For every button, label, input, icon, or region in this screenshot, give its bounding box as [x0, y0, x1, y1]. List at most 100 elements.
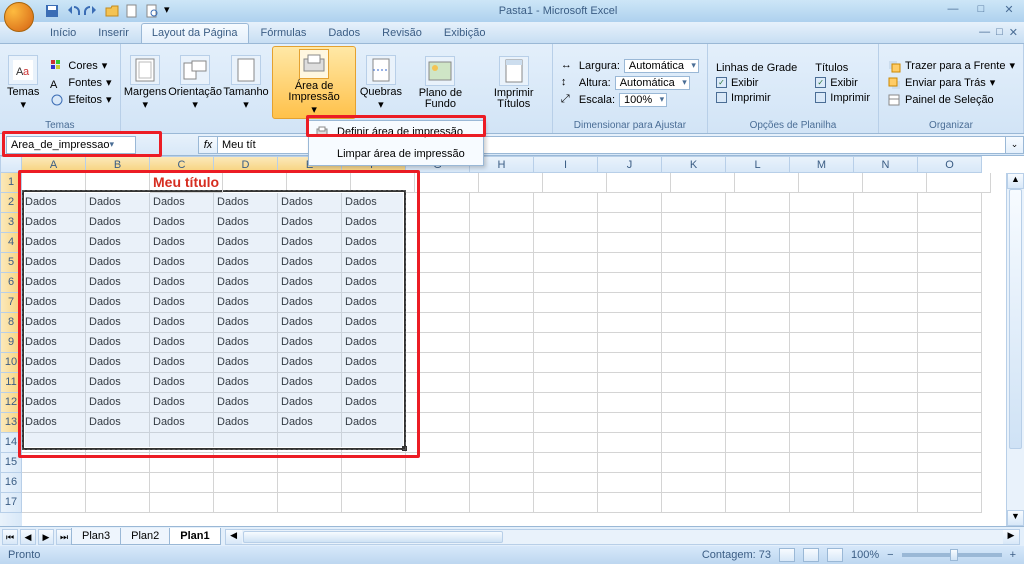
cell[interactable]	[406, 253, 470, 273]
cell[interactable]	[854, 353, 918, 373]
cell[interactable]	[854, 393, 918, 413]
new-icon[interactable]	[124, 3, 140, 19]
cell[interactable]	[598, 473, 662, 493]
cell[interactable]	[598, 193, 662, 213]
cell[interactable]	[406, 353, 470, 373]
ribbon-tab-in-cio[interactable]: Início	[40, 24, 86, 43]
cell[interactable]	[406, 273, 470, 293]
scroll-up-button[interactable]: ▲	[1007, 173, 1024, 189]
cell[interactable]	[470, 193, 534, 213]
cell[interactable]	[406, 453, 470, 473]
cell[interactable]	[470, 453, 534, 473]
theme-effects-button[interactable]: Efeitos ▾	[46, 92, 115, 108]
zoom-in-button[interactable]: +	[1010, 549, 1016, 561]
cell[interactable]	[918, 313, 982, 333]
col-header-L[interactable]: L	[726, 156, 790, 173]
cell[interactable]	[534, 333, 598, 353]
cell[interactable]	[598, 453, 662, 473]
cell[interactable]	[406, 433, 470, 453]
cell[interactable]	[662, 473, 726, 493]
cell[interactable]	[790, 493, 854, 513]
margins-button[interactable]: Margens▾	[125, 53, 166, 113]
cell[interactable]	[22, 493, 86, 513]
cell[interactable]	[918, 233, 982, 253]
cell[interactable]	[726, 313, 790, 333]
cell[interactable]	[918, 273, 982, 293]
row-header-8[interactable]: 8	[0, 313, 22, 333]
row-header-15[interactable]: 15	[0, 453, 22, 473]
save-icon[interactable]	[44, 3, 60, 19]
cell[interactable]	[854, 213, 918, 233]
send-back-button[interactable]: Enviar para Trás ▾	[883, 75, 1019, 91]
cell[interactable]	[854, 233, 918, 253]
row-header-16[interactable]: 16	[0, 473, 22, 493]
cell[interactable]	[918, 493, 982, 513]
cell[interactable]	[470, 213, 534, 233]
row-header-4[interactable]: 4	[0, 233, 22, 253]
cell[interactable]	[470, 473, 534, 493]
ribbon-tab-exibi-o[interactable]: Exibição	[434, 24, 496, 43]
cell[interactable]	[342, 453, 406, 473]
workbook-restore-button[interactable]: □	[996, 26, 1003, 39]
cell[interactable]	[662, 433, 726, 453]
cell[interactable]	[543, 173, 607, 193]
cell[interactable]	[918, 353, 982, 373]
cell[interactable]	[790, 253, 854, 273]
cell[interactable]	[726, 353, 790, 373]
cell[interactable]	[854, 373, 918, 393]
cell[interactable]	[854, 413, 918, 433]
cell[interactable]	[918, 293, 982, 313]
size-button[interactable]: Tamanho▾	[224, 53, 267, 113]
ribbon-tab-f-rmulas[interactable]: Fórmulas	[251, 24, 317, 43]
cell[interactable]	[534, 233, 598, 253]
row-header-14[interactable]: 14	[0, 433, 22, 453]
cell[interactable]	[918, 413, 982, 433]
cell[interactable]	[726, 393, 790, 413]
zoom-out-button[interactable]: −	[887, 549, 893, 561]
cell[interactable]	[726, 433, 790, 453]
cell[interactable]	[534, 453, 598, 473]
cell[interactable]	[406, 373, 470, 393]
cell[interactable]	[918, 453, 982, 473]
sheet-tab-plan2[interactable]: Plan2	[120, 528, 170, 545]
cell[interactable]	[790, 453, 854, 473]
cell[interactable]	[662, 393, 726, 413]
col-header-N[interactable]: N	[854, 156, 918, 173]
cell[interactable]	[726, 373, 790, 393]
cell[interactable]	[534, 213, 598, 233]
background-button[interactable]: Plano de Fundo	[405, 54, 475, 112]
cell[interactable]	[790, 433, 854, 453]
cell[interactable]	[342, 493, 406, 513]
cell[interactable]	[854, 493, 918, 513]
cell[interactable]	[918, 333, 982, 353]
row-header-2[interactable]: 2	[0, 193, 22, 213]
cell[interactable]	[150, 453, 214, 473]
sheet-nav-last[interactable]: ⏭	[56, 529, 72, 545]
cell[interactable]	[662, 333, 726, 353]
cell[interactable]	[534, 253, 598, 273]
row-header-11[interactable]: 11	[0, 373, 22, 393]
cell[interactable]	[726, 213, 790, 233]
cell[interactable]	[470, 233, 534, 253]
cell[interactable]	[534, 273, 598, 293]
col-header-M[interactable]: M	[790, 156, 854, 173]
cell[interactable]	[854, 293, 918, 313]
cell[interactable]	[790, 373, 854, 393]
cell[interactable]	[918, 433, 982, 453]
cell[interactable]	[598, 433, 662, 453]
row-header-1[interactable]: 1	[0, 173, 22, 193]
cell[interactable]	[854, 273, 918, 293]
workbook-minimize-button[interactable]: —	[979, 26, 990, 39]
cell[interactable]	[214, 453, 278, 473]
cell[interactable]	[86, 473, 150, 493]
sheet-nav-prev[interactable]: ◀	[20, 529, 36, 545]
row-header-13[interactable]: 13	[0, 413, 22, 433]
undo-icon[interactable]	[64, 3, 80, 19]
row-header-9[interactable]: 9	[0, 333, 22, 353]
ribbon-tab-inserir[interactable]: Inserir	[88, 24, 139, 43]
view-layout-button[interactable]	[803, 548, 819, 562]
row-header-5[interactable]: 5	[0, 253, 22, 273]
cell[interactable]	[470, 433, 534, 453]
cell[interactable]	[214, 473, 278, 493]
bring-front-button[interactable]: Trazer para a Frente ▾	[883, 58, 1019, 74]
